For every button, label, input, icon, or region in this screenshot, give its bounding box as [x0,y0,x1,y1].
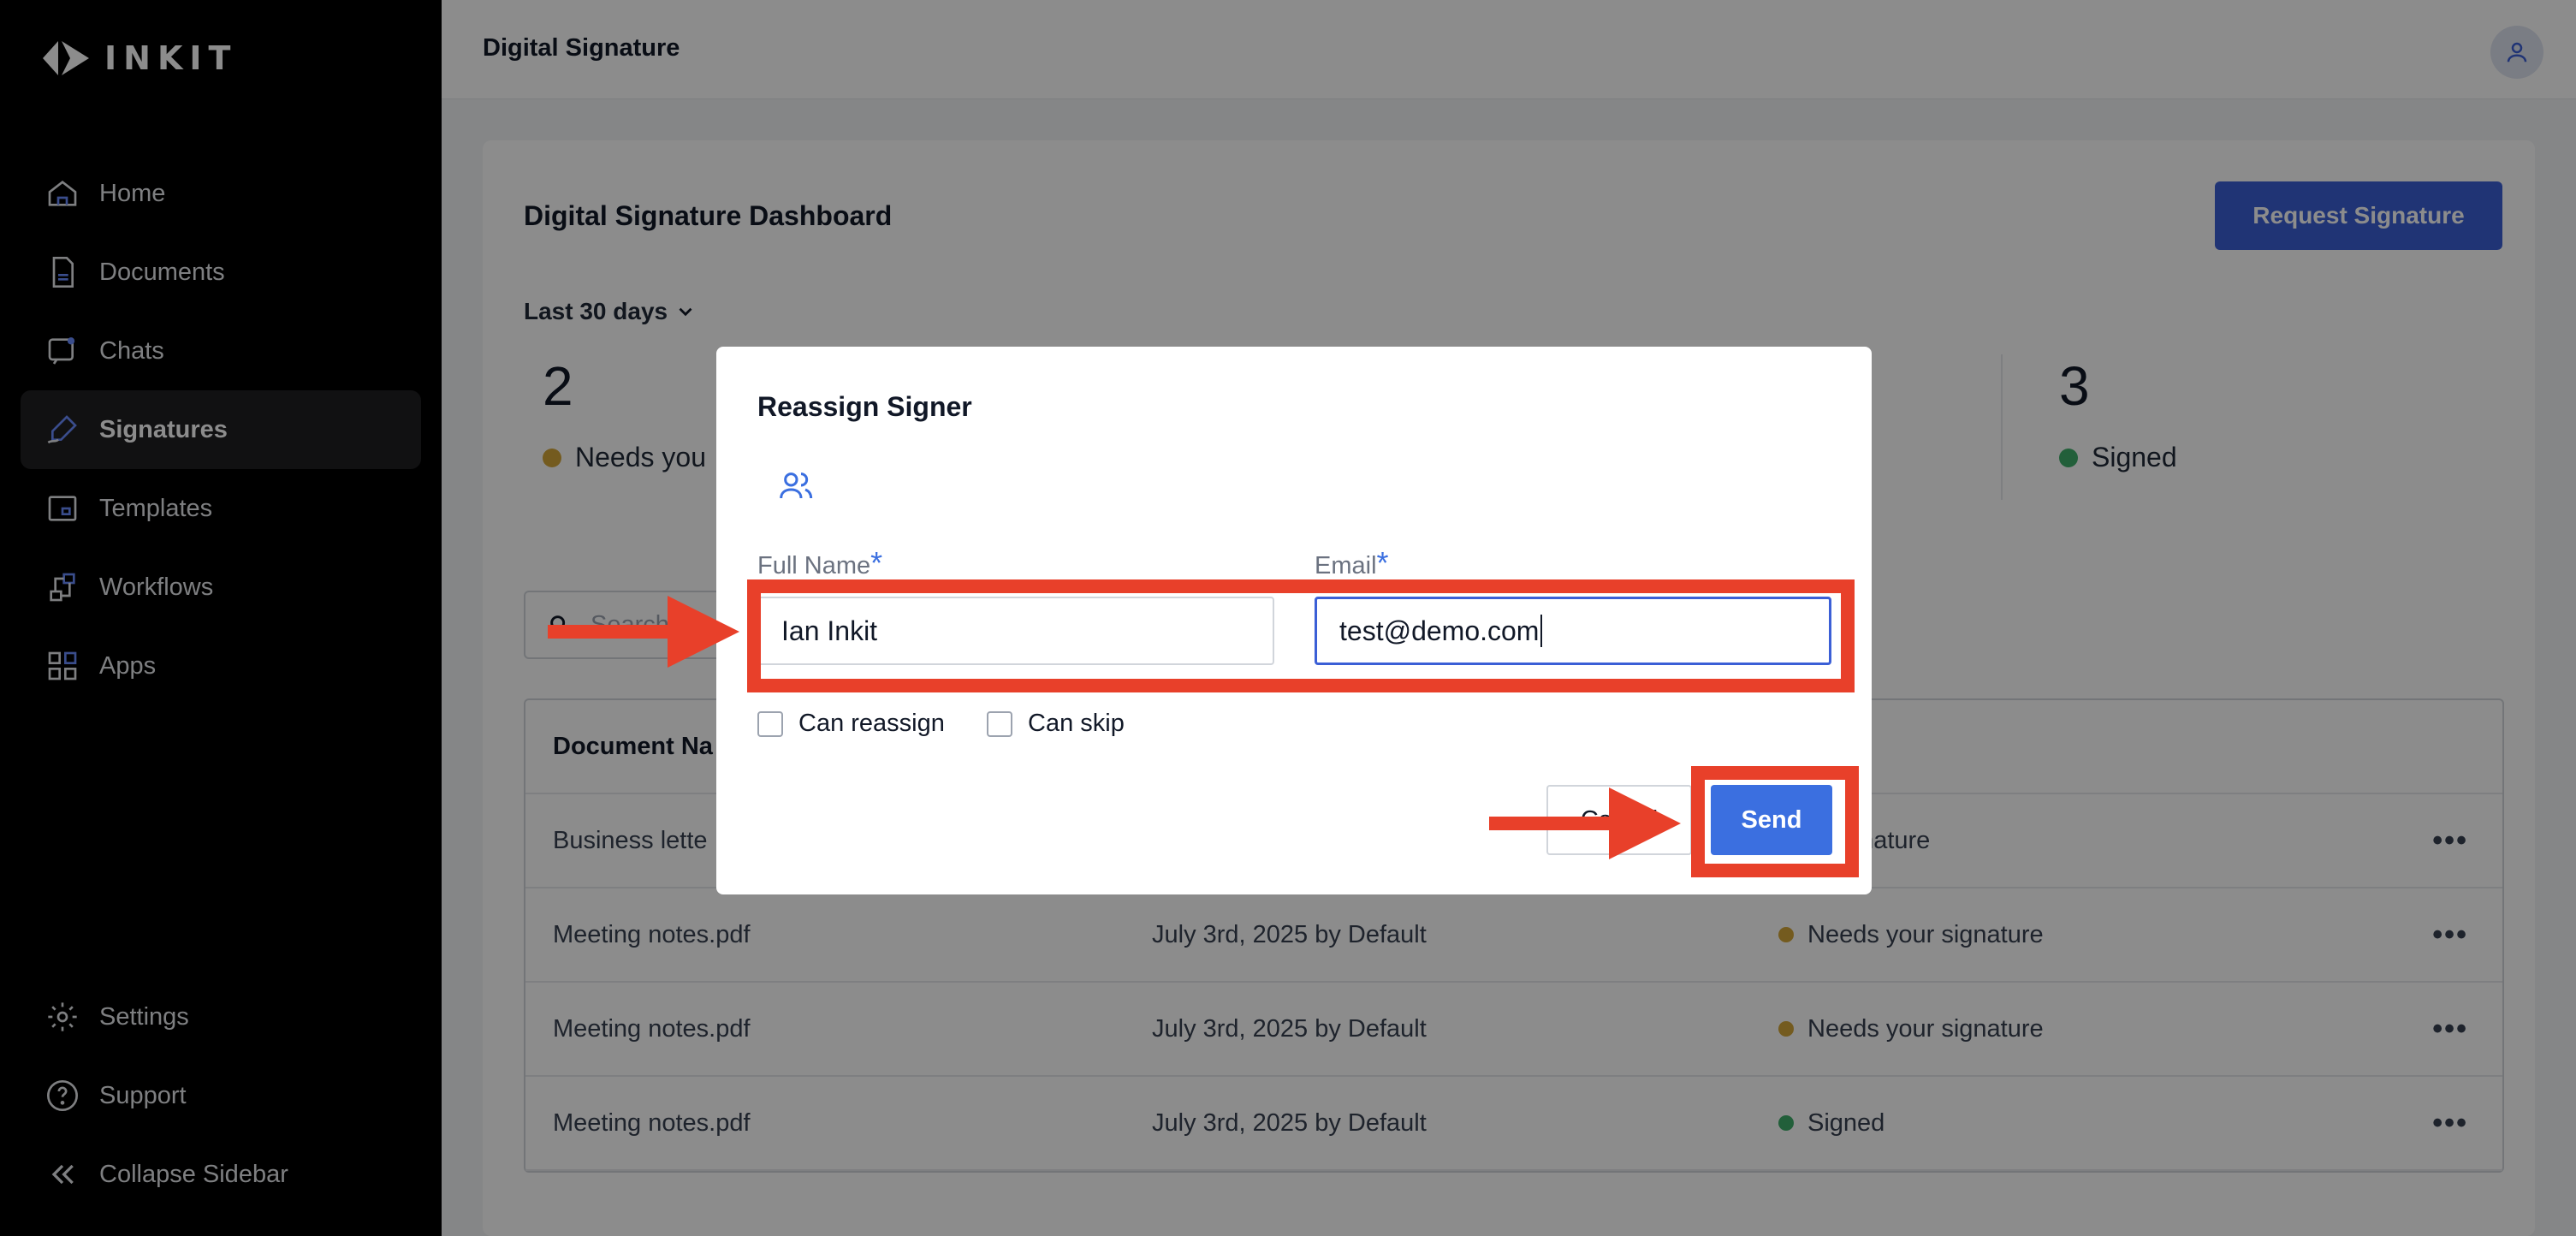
arrow-icon [1489,787,1681,859]
can-reassign-checkbox[interactable]: Can reassign [757,710,945,738]
send-button-highlight [1691,766,1859,877]
full-name-label: Full Name* [757,545,882,581]
input-fields-highlight [747,579,1855,692]
checkbox-label: Can skip [1028,710,1125,737]
email-label: Email* [1315,545,1389,581]
dialog-title: Reassign Signer [757,391,972,422]
checkbox-box[interactable] [987,710,1012,737]
checkbox-box[interactable] [757,710,783,737]
required-marker: * [870,545,883,580]
arrow-icon [548,596,739,668]
checkbox-label: Can reassign [798,710,945,737]
can-skip-checkbox[interactable]: Can skip [987,710,1125,738]
label-text: Email [1315,552,1377,579]
label-text: Full Name [757,552,871,579]
people-icon [778,468,816,507]
required-marker: * [1376,545,1389,580]
